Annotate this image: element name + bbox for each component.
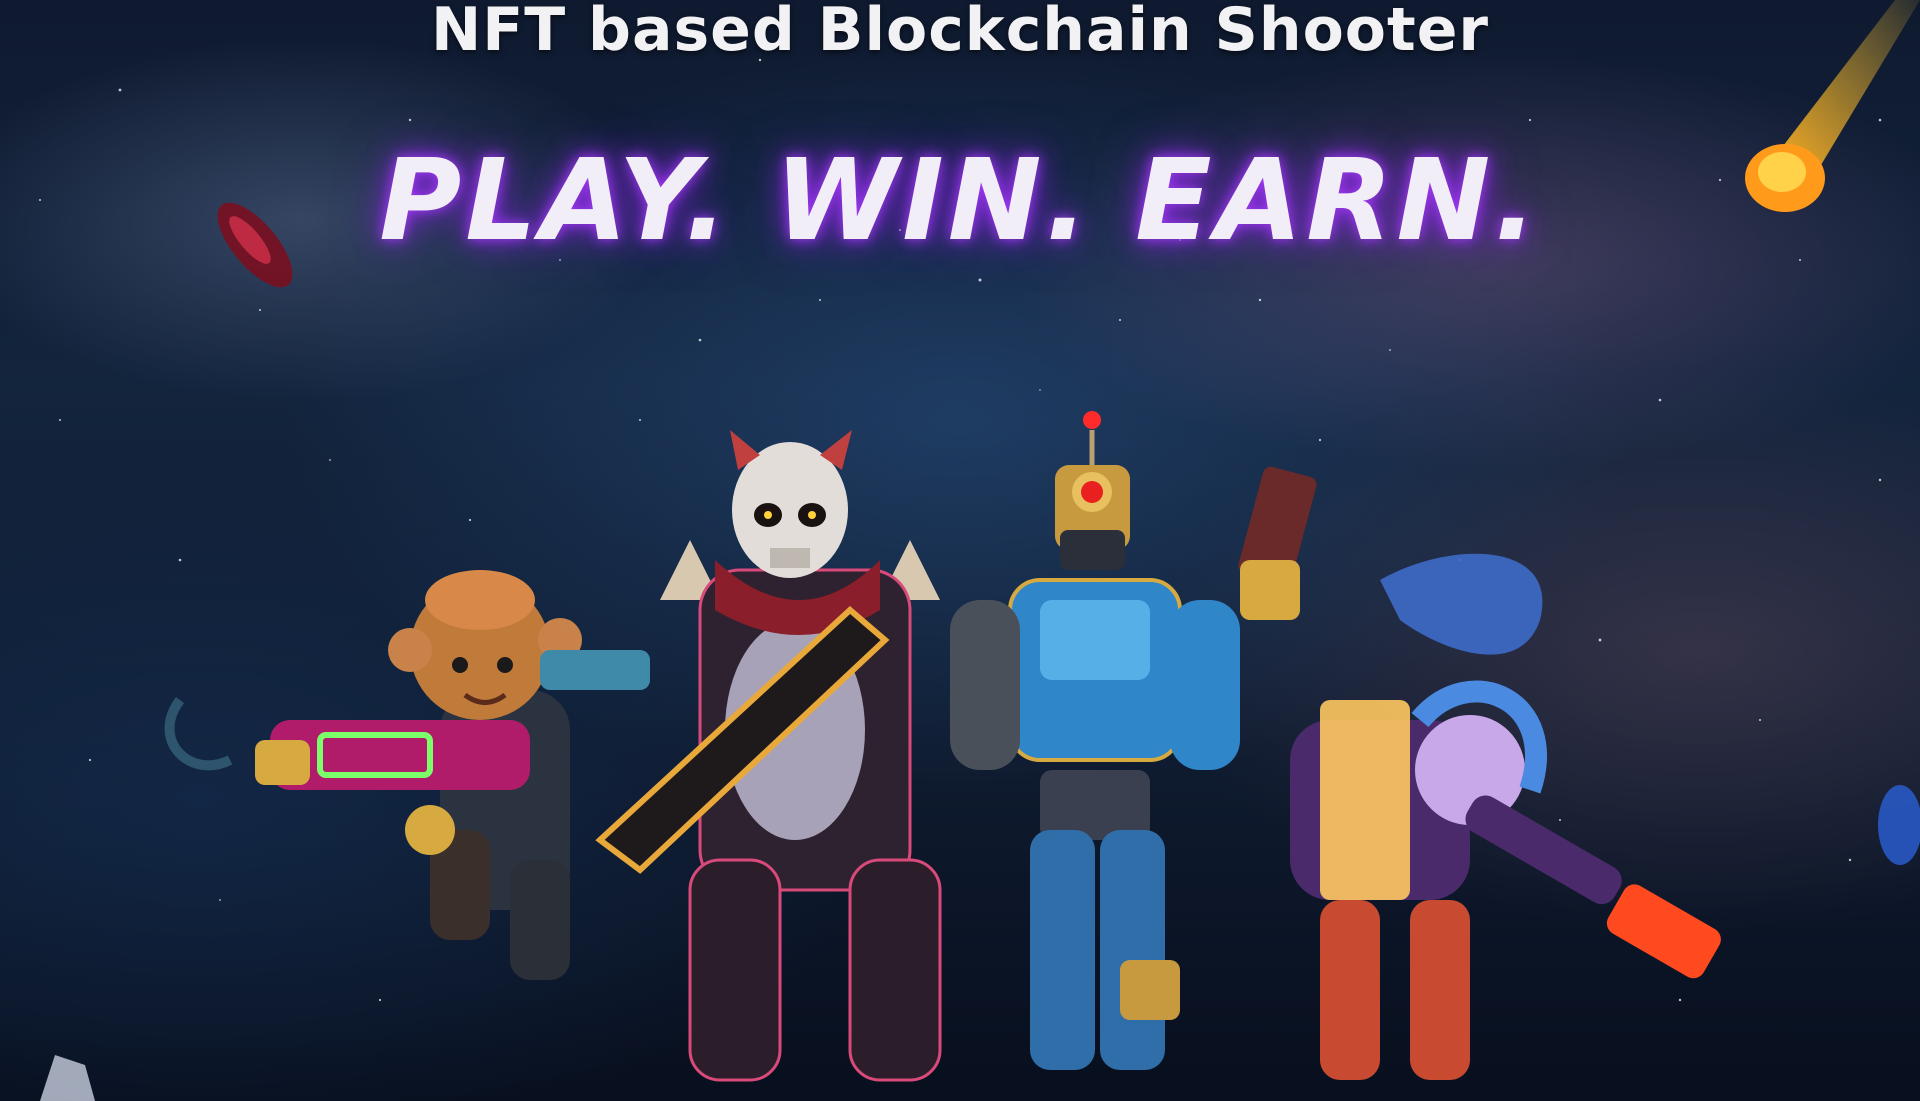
character-lineup [164,411,1721,1082]
blue-robot-character [950,411,1240,1070]
monkey-gunner-character [164,570,650,980]
blue-haired-heroine-character [1238,466,1721,1080]
skull-warrior-character [595,430,942,1082]
game-banner: NFT based Blockchain Shooter PLAY. WIN. … [0,0,1920,1101]
